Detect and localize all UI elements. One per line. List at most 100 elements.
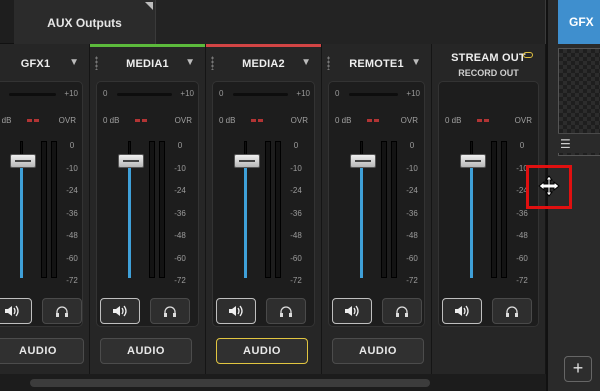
level-meter-left: [265, 141, 271, 278]
chevron-down-icon[interactable]: ▼: [69, 57, 79, 68]
strip-subname: RECORD OUT: [458, 68, 519, 78]
gain-slider-track[interactable]: [233, 93, 288, 96]
audio-strip-stream-out: STREAM OUT RECORD OUT 0 dB OVR 0 -10 -24 -3…: [432, 44, 546, 374]
speaker-icon: [455, 305, 469, 317]
gain-min-label: 0: [219, 89, 224, 98]
gain-control[interactable]: 0 +10: [0, 87, 78, 101]
ovr-label: OVR: [174, 116, 192, 125]
meter-scale: 0 -10 -24 -36 -48 -60 -72: [290, 141, 302, 285]
tab-corner-marker: [145, 2, 153, 10]
level-meter-right: [275, 141, 281, 278]
audio-button[interactable]: AUDIO: [332, 338, 424, 364]
level-meter-right: [501, 141, 507, 278]
ovr-label: OVR: [514, 116, 532, 125]
headphone-button[interactable]: [150, 298, 190, 324]
audio-strip-media2: MEDIA2 ▼ 0 +10 0 dB OVR 0 -10 -24 -36 -48 -60…: [206, 44, 322, 374]
gain-slider-track[interactable]: [349, 93, 398, 96]
chevron-down-icon[interactable]: ▼: [411, 57, 421, 68]
gain-slider-track[interactable]: [117, 93, 172, 96]
fader-knob[interactable]: [234, 154, 260, 168]
gain-max-label: +10: [180, 89, 194, 98]
ovr-label: OVR: [290, 116, 308, 125]
strip-panel: 0 +10 0 dB OVR 0-10-24-36-48-60-72: [212, 81, 315, 327]
clip-indicator: [251, 119, 263, 122]
headphone-icon: [396, 305, 408, 317]
strip-panel: 0 +10 0 dB OVR 0-10-24-36-48-60-72: [328, 81, 425, 327]
gain-min-label: 0: [103, 89, 108, 98]
gain-control-empty: [443, 87, 534, 101]
strip-panel: 0 +10 0 dB OVR 0-10-24-36-48-60-72: [0, 81, 83, 327]
audio-button[interactable]: AUDIO: [100, 338, 192, 364]
ovr-label: OVR: [400, 116, 418, 125]
fader-fill: [244, 161, 247, 278]
level-meter-right: [391, 141, 397, 278]
level-meter-left: [381, 141, 387, 278]
headphone-button[interactable]: [266, 298, 306, 324]
level-meter-right: [159, 141, 165, 278]
level-meter-left: [149, 141, 155, 278]
headphone-icon: [506, 305, 518, 317]
tab-aux-outputs[interactable]: AUX Outputs: [14, 0, 156, 44]
strip-accent-bar: [90, 44, 205, 47]
speaker-button[interactable]: [216, 298, 256, 324]
gain-control[interactable]: 0 +10: [217, 87, 310, 101]
resize-cursor-icon[interactable]: [537, 175, 561, 197]
gain-slider-track[interactable]: [9, 93, 56, 96]
scrollbar-thumb[interactable]: [30, 379, 430, 387]
gain-control[interactable]: 0 +10: [333, 87, 420, 101]
meter-scale: 0 -10 -24 -36 -48 -60 -72: [66, 141, 78, 285]
headphone-button[interactable]: [42, 298, 82, 324]
fader-knob[interactable]: [118, 154, 144, 168]
add-source-button[interactable]: +: [564, 356, 592, 382]
clip-indicator: [367, 119, 379, 122]
strip-accent-bar: [206, 44, 321, 47]
strip-panel: 0 dB OVR 0 -10 -24 -36 -48 -60 -72: [438, 81, 539, 327]
top-tab-bar: AUX Outputs: [0, 0, 546, 44]
meter-scale: 0 -10 -24 -36 -48 -60 -72: [406, 141, 418, 285]
gain-max-label: +10: [296, 89, 310, 98]
tab-aux-outputs-label: AUX Outputs: [47, 16, 122, 30]
tab-gfx[interactable]: GFX: [558, 0, 600, 44]
clip-indicator: [477, 119, 489, 122]
headphone-button[interactable]: [382, 298, 422, 324]
fader-fill: [128, 161, 131, 278]
audio-strip-gfx1: GFX1 ▼ 0 +10 0 dB OVR 0-10-24-36-48-60-7…: [0, 44, 90, 374]
db-value: 0 dB: [103, 116, 120, 125]
speaker-button[interactable]: [442, 298, 482, 324]
audio-strip-media1: MEDIA1 ▼ 0 +10 0 dB OVR 0 -10 -24 -36 -48 -60…: [90, 44, 206, 374]
chevron-down-icon[interactable]: ▼: [301, 57, 311, 68]
gain-max-label: +10: [406, 89, 420, 98]
db-value: 0 dB: [0, 116, 12, 125]
gain-control[interactable]: 0 +10: [101, 87, 194, 101]
meter-scale: 0 -10 -24 -36 -48 -60 -72: [516, 141, 528, 285]
db-value: 0 dB: [445, 116, 462, 125]
audio-button[interactable]: AUDIO: [0, 338, 84, 364]
headphone-icon: [56, 305, 68, 317]
headphone-button[interactable]: [492, 298, 532, 324]
level-meter-left: [41, 141, 47, 278]
db-value: 0 dB: [335, 116, 352, 125]
audio-button[interactable]: AUDIO: [216, 338, 308, 364]
headphone-icon: [164, 305, 176, 317]
gain-max-label: +10: [64, 89, 78, 98]
chevron-down-icon[interactable]: ▼: [185, 57, 195, 68]
fader-knob[interactable]: [460, 154, 486, 168]
fader-knob[interactable]: [350, 154, 376, 168]
tab-bar-empty-area: [156, 0, 546, 44]
fader-knob[interactable]: [10, 154, 36, 168]
speaker-icon: [113, 305, 127, 317]
db-value: 0 dB: [219, 116, 236, 125]
clip-indicator: [135, 119, 147, 122]
audio-strip-remote1: REMOTE1 ▼ 0 +10 0 dB OVR 0 -10 -24 -36 -48 -6…: [322, 44, 432, 374]
link-icon[interactable]: [523, 52, 533, 58]
speaker-icon: [5, 305, 19, 317]
gain-min-label: 0: [335, 89, 340, 98]
headphone-icon: [280, 305, 292, 317]
speaker-button[interactable]: [100, 298, 140, 324]
speaker-button[interactable]: [0, 298, 32, 324]
meter-scale: 0 -10 -24 -36 -48 -60 -72: [174, 141, 186, 285]
ovr-label: OVR: [58, 116, 76, 125]
list-icon[interactable]: ☰: [560, 137, 571, 151]
speaker-button[interactable]: [332, 298, 372, 324]
fader-fill: [360, 161, 363, 278]
